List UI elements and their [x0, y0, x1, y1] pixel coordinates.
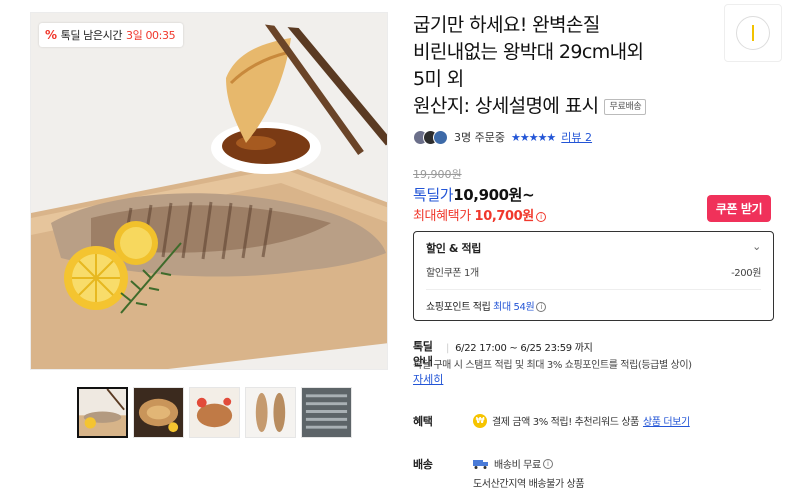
benefit-row: ₩ 결제 금액 3% 적립! 추천리워드 상품 상품 더보기: [473, 413, 690, 428]
benefit-more-link[interactable]: 상품 더보기: [643, 413, 690, 428]
deal-price: 톡딜가10,900원~: [413, 184, 535, 205]
product-title: 굽기만 하세요! 완벽손질 비린내없는 왕박대 29cm내외 5미 외 원산지:…: [413, 12, 723, 120]
deal-timer-value: 3일 00:35: [126, 29, 176, 42]
info-icon[interactable]: i: [542, 458, 553, 469]
deal-info-period: | 6/22 17:00 ~ 6/25 23:59 까지: [446, 343, 593, 354]
max-benefit-price: 최대혜택가 10,700원 i: [413, 205, 546, 224]
chevron-down-icon[interactable]: ⌄: [752, 240, 761, 256]
side-button-icon: [736, 16, 770, 50]
benefit-text: 결제 금액 3% 적립! 추천리워드 상품: [492, 417, 639, 428]
deal-timer-label: 톡딜 남은시간: [60, 29, 123, 42]
points-row: 쇼핑포인트 적립 최대 54원 i: [426, 298, 761, 313]
coupon-label: 할인쿠폰 1개: [426, 268, 479, 279]
coupon-value: -200원: [731, 268, 761, 279]
discount-panel-title: 할인 & 적립: [426, 242, 481, 255]
title-line-1: 굽기만 하세요! 완벽손질: [413, 14, 600, 36]
max-benefit-label: 최대혜택가: [413, 209, 471, 224]
shipping-fee: 배송비 무료: [494, 460, 541, 471]
title-line-2: 비린내없는 왕박대 29cm내외: [413, 41, 644, 63]
original-price: 19,900원: [413, 168, 462, 181]
info-icon[interactable]: i: [535, 212, 546, 222]
avatar: [433, 129, 448, 145]
deal-info-desc: 톡딜 구매 시 스탬프 적립 및 최대 3% 쇼핑포인트를 적립(등급별 상이): [413, 360, 692, 371]
deal-period-text: 6/22 17:00 ~ 6/25 23:59 까지: [455, 343, 593, 354]
percent-icon: %: [45, 28, 57, 42]
review-link[interactable]: 리뷰 2: [561, 129, 592, 145]
won-coin-icon: ₩: [473, 413, 487, 428]
title-line-4: 원산지: 상세설명에 표시 무료배송: [413, 93, 723, 120]
free-shipping-chip: 무료배송: [604, 99, 647, 115]
thumbnail-5[interactable]: [301, 387, 352, 438]
shipping-label: 배송: [413, 458, 433, 471]
title-line-3: 5미 외: [413, 68, 464, 90]
order-count: 3명 주문중: [454, 131, 505, 144]
points-label: 쇼핑포인트 적립: [426, 302, 491, 313]
thumbnail-strip: [77, 387, 352, 438]
discount-panel[interactable]: 할인 & 적립 ⌄ 할인쿠폰 1개 -200원 쇼핑포인트 적립 최대 54원 i: [413, 231, 774, 321]
thumbnail-3[interactable]: [189, 387, 240, 438]
benefit-label: 혜택: [413, 415, 433, 428]
deal-more-link[interactable]: 자세히: [413, 371, 443, 387]
side-floating-button[interactable]: [724, 4, 782, 62]
fish-photo: [31, 13, 387, 369]
truck-icon: [473, 459, 488, 469]
rating-stars: ★★★★★: [510, 130, 556, 144]
shipping-note: 도서산간지역 배송불가 상품: [473, 479, 585, 490]
thumbnail-1[interactable]: [77, 387, 128, 438]
thumbnail-2[interactable]: [133, 387, 184, 438]
max-benefit-value: 10,700원: [474, 209, 535, 224]
review-row: 3명 주문중 ★★★★★ 리뷰 2: [413, 129, 592, 145]
deal-timer-badge: % 톡딜 남은시간 3일 00:35: [39, 23, 184, 47]
origin-text: 원산지: 상세설명에 표시: [413, 95, 599, 117]
coupon-button[interactable]: 쿠폰 받기: [707, 195, 771, 222]
deal-price-label: 톡딜가: [413, 186, 454, 204]
main-product-image: % 톡딜 남은시간 3일 00:35: [30, 12, 388, 370]
points-value: 최대 54원: [493, 302, 535, 313]
buyer-avatars: [413, 129, 448, 145]
deal-price-value: 10,900원~: [453, 186, 535, 204]
thumbnail-4[interactable]: [245, 387, 296, 438]
info-icon[interactable]: i: [536, 302, 547, 312]
shipping-row: 배송비 무료 i: [473, 456, 553, 471]
